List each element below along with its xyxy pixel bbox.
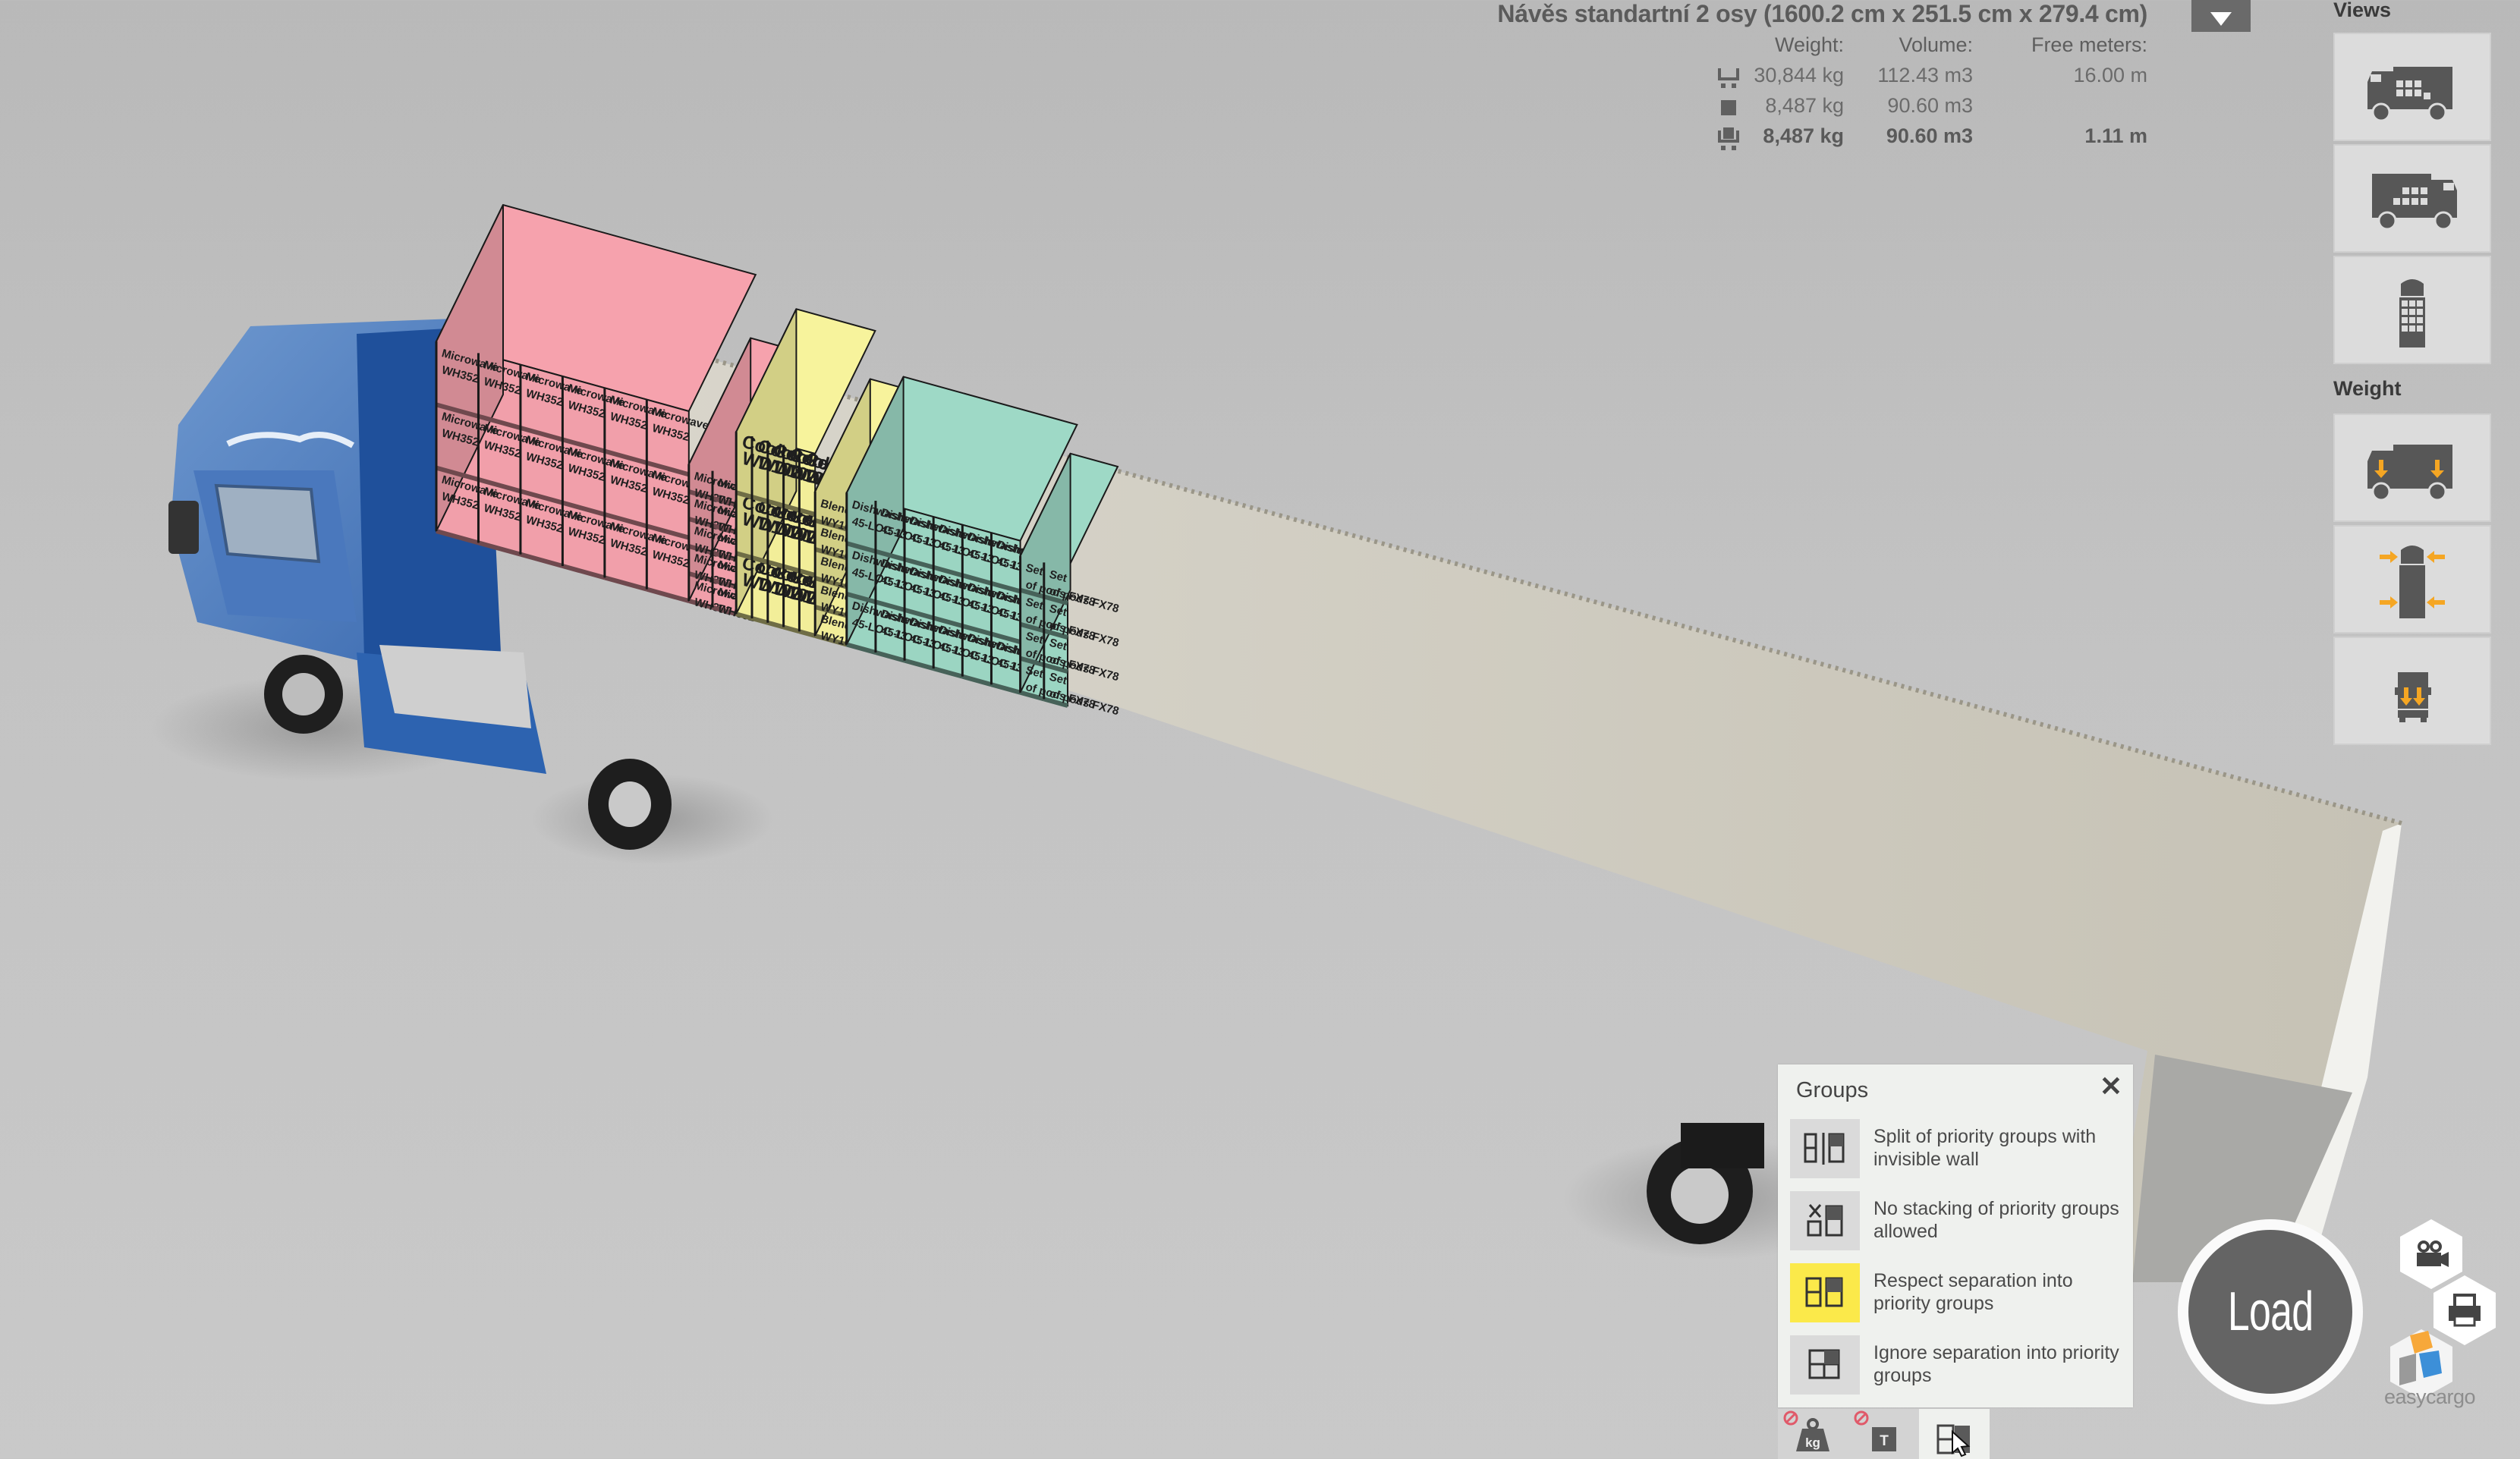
truck-top-icon — [2399, 278, 2425, 347]
cargo-weight: 8,487 kg — [1765, 94, 1844, 117]
capacity-volume: 112.43 m3 — [1877, 64, 1973, 86]
weight-heading: Weight — [2333, 377, 2402, 400]
truck-side-left-icon — [2367, 66, 2452, 121]
kg-weight-icon: kg — [1796, 1418, 1829, 1451]
weight-limit-button[interactable]: kg — [1778, 1409, 1848, 1459]
stats-row-loaded: 8,487 kg 90.60 m3 1.11 m — [1662, 124, 2147, 155]
group-option-respect-separation[interactable]: Respect separation into priority groups — [1790, 1263, 2124, 1324]
text-labels-button[interactable]: T — [1848, 1409, 1919, 1459]
weight-rear-load-button[interactable] — [2333, 637, 2491, 745]
loaded-cargo-icon — [1718, 127, 1739, 150]
svg-text:T: T — [1880, 1433, 1889, 1449]
view-top-button[interactable] — [2333, 256, 2491, 364]
loaded-free-meters: 1.11 m — [2084, 124, 2147, 147]
views-heading: Views — [2333, 0, 2392, 21]
group-option-label: Respect separation into priority groups — [1873, 1270, 2073, 1314]
view-side-left-button[interactable] — [2333, 33, 2491, 141]
free-meters-header: Free meters: — [2031, 33, 2147, 56]
group-option-label: Split of priority groups with invisible … — [1873, 1126, 2097, 1170]
vehicle-dropdown-button[interactable] — [2191, 0, 2251, 32]
split-invisible-wall-icon — [1804, 1133, 1845, 1165]
disabled-badge-icon — [1854, 1410, 1869, 1426]
loaded-volume: 90.60 m3 — [1886, 124, 1973, 147]
stats-row-cargo: 8,487 kg 90.60 m3 — [1662, 94, 2147, 124]
truck-lateral-balance-icon — [2380, 545, 2445, 618]
group-option-no-stacking[interactable]: No stacking of priority groups allowed — [1790, 1191, 2124, 1252]
stats-row-capacity: 30,844 kg 112.43 m3 16.00 m — [1662, 64, 2147, 94]
respect-separation-icon — [1805, 1277, 1843, 1307]
printer-icon — [2449, 1294, 2481, 1327]
svg-text:kg: kg — [1805, 1435, 1820, 1450]
ignore-separation-icon — [1808, 1349, 1840, 1379]
groups-popup: Groups ✕ Split of priority groups with i… — [1778, 1064, 2133, 1407]
no-stacking-icon — [1807, 1204, 1843, 1237]
stats-header-row: Weight: Volume: Free meters: — [1662, 33, 2147, 64]
group-option-ignore-separation[interactable]: Ignore separation into priority groups — [1790, 1335, 2124, 1396]
cargo-volume: 90.60 m3 — [1887, 94, 1973, 117]
capacity-free-meters: 16.00 m — [2073, 64, 2147, 86]
loaded-weight: 8,487 kg — [1763, 124, 1844, 147]
group-option-split-invisible-wall[interactable]: Split of priority groups with invisible … — [1790, 1119, 2124, 1180]
brand-name: easycargo — [2384, 1385, 2476, 1408]
text-label-icon: T — [1872, 1427, 1896, 1451]
triangle-down-icon — [2210, 12, 2232, 26]
load-button-label: Load — [2227, 1281, 2314, 1342]
cargo-icon — [1721, 100, 1736, 115]
truck-rear-load-icon — [2395, 671, 2431, 722]
truck-axle-load-icon — [2367, 444, 2452, 501]
truck-side-right-icon — [2372, 173, 2457, 230]
capacity-weight: 30,844 kg — [1754, 64, 1844, 86]
load-statistics: Weight: Volume: Free meters: 30,844 kg 1… — [1662, 33, 2147, 155]
disabled-badge-icon — [1783, 1410, 1798, 1426]
weight-lateral-balance-button[interactable] — [2333, 525, 2491, 634]
group-option-label: Ignore separation into priority groups — [1873, 1342, 2119, 1386]
cargo-3d-viewport[interactable]: MicrowaveWH352MicrowaveWH352MicrowaveWH3… — [0, 0, 2520, 1459]
view-side-right-button[interactable] — [2333, 144, 2491, 253]
volume-header: Volume: — [1899, 33, 1973, 56]
weight-header: Weight: — [1774, 33, 1844, 56]
vehicle-title: Návěs standartní 2 osy (1600.2 cm x 251.… — [1497, 0, 2147, 27]
vehicle-capacity-icon — [1718, 68, 1739, 88]
weight-axle-load-button[interactable] — [2333, 413, 2491, 522]
load-button[interactable]: Load — [2178, 1219, 2363, 1404]
cargo-layer: MicrowaveWH352MicrowaveWH352MicrowaveWH3… — [435, 203, 1120, 718]
group-option-label: No stacking of priority groups allowed — [1873, 1198, 2119, 1242]
close-icon[interactable]: ✕ — [2100, 1071, 2122, 1102]
groups-button[interactable] — [1919, 1409, 1990, 1459]
groups-popup-title: Groups — [1796, 1078, 1869, 1102]
